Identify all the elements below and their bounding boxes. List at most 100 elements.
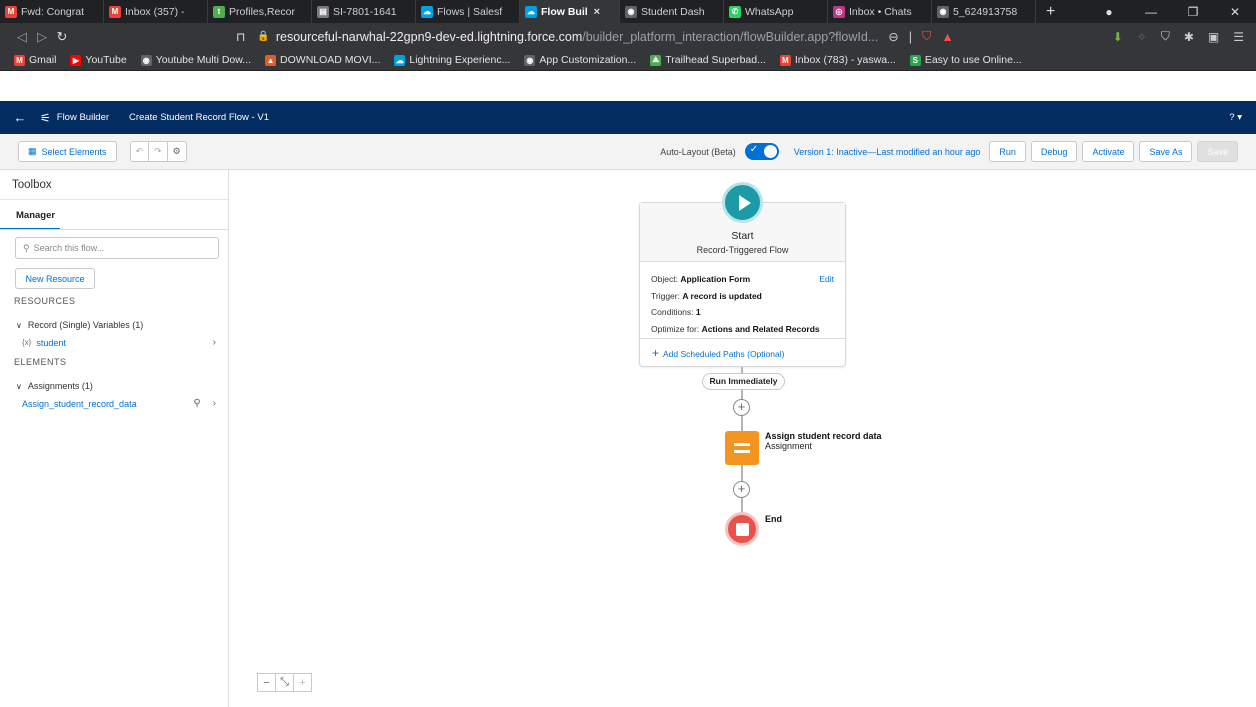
bookmark-item[interactable]: ⛰ Trailhead Superbad... <box>650 54 766 66</box>
browser-tab[interactable]: ✆ WhatsApp <box>724 0 828 23</box>
document-icon: ▤ <box>317 5 329 18</box>
run-button[interactable]: Run <box>989 141 1026 162</box>
start-element-card[interactable]: Start Record-Triggered Flow Edit Object:… <box>639 202 846 367</box>
bookmark-item[interactable]: M Inbox (783) - yaswa... <box>779 54 896 66</box>
toolbox-panel: Toolbox Manager ⚲ Search this flow... Ne… <box>0 170 229 707</box>
edit-link[interactable]: Edit <box>819 271 834 288</box>
bookmark-item[interactable]: S Easy to use Online... <box>909 54 1022 66</box>
bookmark-item[interactable]: ☁ Lightning Experienc... <box>394 54 510 66</box>
tab-manager[interactable]: Manager <box>0 200 60 230</box>
debug-button[interactable]: Debug <box>1030 141 1078 162</box>
search-input[interactable]: ⚲ Search this flow... <box>15 237 219 259</box>
start-play-icon[interactable] <box>722 182 763 223</box>
new-tab-button[interactable]: + <box>1036 3 1065 21</box>
brave-shield-icon[interactable]: ⛉ <box>922 29 931 44</box>
back-arrow-icon[interactable]: ← <box>0 110 40 125</box>
version-status[interactable]: Version 1: Inactive—Last modified an hou… <box>794 147 981 157</box>
bookmark-item[interactable]: ▲ DOWNLOAD MOVI... <box>265 54 380 66</box>
browser-tab[interactable]: ◉ 5_624913758 <box>932 0 1036 23</box>
flow-icon: ⚟ <box>40 110 51 125</box>
elements-heading: ELEMENTS <box>14 357 67 367</box>
fit-view-button[interactable]: ⤡ <box>275 673 294 692</box>
profile-icon[interactable]: ● <box>1088 5 1130 19</box>
browser-tab[interactable]: ◎ Inbox • Chats <box>828 0 932 23</box>
bookmark-label: Easy to use Online... <box>924 54 1022 66</box>
flow-canvas[interactable]: Start Record-Triggered Flow Edit Object:… <box>229 170 1256 707</box>
end-stop-icon[interactable] <box>725 512 759 546</box>
globe-icon: ◉ <box>524 54 536 66</box>
toolbar-right: Auto-Layout (Beta) Version 1: Inactive—L… <box>660 141 1238 162</box>
bookmark-icon[interactable]: ⊓ <box>236 30 245 44</box>
brave-rewards-icon[interactable]: ▲ <box>941 30 953 44</box>
select-elements-button[interactable]: ▦ Select Elements <box>18 141 117 162</box>
add-scheduled-paths-link[interactable]: + Add Scheduled Paths (Optional) <box>640 338 845 366</box>
reload-icon[interactable]: ↻ <box>52 29 72 45</box>
back-arrow-icon[interactable]: ◁ <box>12 29 32 45</box>
browser-tab[interactable]: ◉ Student Dash <box>620 0 724 23</box>
add-element-button[interactable]: + <box>733 481 750 498</box>
lock-icon: 🔒 <box>257 31 270 42</box>
new-resource-button[interactable]: New Resource <box>15 268 95 289</box>
youtube-icon: ▶ <box>70 54 82 66</box>
browser-tab[interactable]: ☁ Flows | Salesf <box>416 0 520 23</box>
record-variables-group[interactable]: ∨ Record (Single) Variables (1) <box>0 320 228 330</box>
zoom-in-button[interactable]: + <box>293 673 312 692</box>
bookmark-item[interactable]: ▶ YouTube <box>70 54 127 66</box>
separator: | <box>908 29 912 44</box>
browser-tab-label: Student Dash <box>641 5 705 18</box>
gmail-icon: M <box>779 54 791 66</box>
assignment-icon[interactable] <box>725 431 759 465</box>
bookmark-item[interactable]: ◉ Youtube Multi Dow... <box>140 54 251 66</box>
settings-button[interactable]: ⚙ <box>166 141 187 162</box>
bookmark-item[interactable]: ◉ App Customization... <box>524 54 636 66</box>
puzzle-icon[interactable]: ✱ <box>1184 30 1194 44</box>
menu-icon[interactable]: ☰ <box>1233 30 1244 44</box>
url-bar[interactable]: 🔒 resourceful-narwhal-22gpn9-dev-ed.ligh… <box>257 26 1047 47</box>
close-icon[interactable]: × <box>594 6 600 18</box>
chevron-right-icon[interactable]: › <box>213 337 216 348</box>
help-menu[interactable]: ? ▾ <box>1229 112 1242 123</box>
wallet-icon[interactable]: ▣ <box>1208 30 1219 44</box>
globe-icon: ◉ <box>937 5 949 18</box>
search-placeholder: Search this flow... <box>33 243 105 253</box>
save-button[interactable]: Save <box>1197 141 1238 162</box>
zoom-out-button[interactable]: − <box>257 673 276 692</box>
conditions-row: Conditions: 1 <box>651 304 834 321</box>
undo-button[interactable]: ↶ <box>129 141 150 162</box>
vpn-shield-icon[interactable]: ⛉ <box>1161 29 1170 44</box>
chevron-down-icon: ∨ <box>16 320 22 330</box>
restore-icon[interactable]: ❐ <box>1172 5 1214 19</box>
extension-icons: ⬇ ✧ ⛉ ✱ ▣ ☰ <box>1113 29 1244 44</box>
element-item-label: Assign_student_record_data <box>22 398 137 409</box>
select-elements-icon: ▦ <box>28 146 37 156</box>
browser-tab[interactable]: ☁ Flow Buil × <box>520 0 620 23</box>
assignments-group[interactable]: ∨ Assignments (1) <box>0 381 228 391</box>
salesforce-cloud-icon: ☁ <box>421 5 433 18</box>
browser-tab[interactable]: M Inbox (357) - <box>104 0 208 23</box>
s-icon: S <box>909 54 921 66</box>
auto-layout-toggle[interactable] <box>744 143 779 160</box>
flow-toolbar: ▦ Select Elements ↶ ↷ ⚙ Auto-Layout (Beta… <box>0 134 1256 170</box>
add-scheduled-label: Add Scheduled Paths (Optional) <box>663 349 785 359</box>
extension-icon[interactable]: ✧ <box>1137 30 1147 44</box>
element-item-assignment[interactable]: Assign_student_record_data ⚲ › <box>0 398 228 409</box>
save-as-button[interactable]: Save As <box>1139 141 1193 162</box>
bookmark-item[interactable]: M Gmail <box>14 54 56 66</box>
forward-arrow-icon[interactable]: ▷ <box>32 29 52 45</box>
resource-item-student[interactable]: {x} student › <box>0 337 228 348</box>
browser-tab[interactable]: t Profiles,Recor <box>208 0 312 23</box>
browser-tab[interactable]: M Fwd: Congrat <box>0 0 104 23</box>
trailhead-icon: ⛰ <box>650 54 662 66</box>
chevron-right-icon[interactable]: › <box>213 398 216 409</box>
search-icon[interactable]: ⚲ <box>193 398 200 409</box>
minimize-icon[interactable]: — <box>1130 5 1172 19</box>
browser-tab-label: Flows | Salesf <box>437 5 503 18</box>
browser-tab[interactable]: ▤ SI-7801-1641 <box>312 0 416 23</box>
activate-button[interactable]: Activate <box>1082 141 1135 162</box>
close-icon[interactable]: ✕ <box>1214 5 1256 19</box>
redo-button[interactable]: ↷ <box>148 141 168 162</box>
download-extension-icon[interactable]: ⬇ <box>1113 30 1123 44</box>
add-element-button[interactable]: + <box>733 399 750 416</box>
zoom-icon[interactable]: ⊖ <box>888 29 898 44</box>
assignment-element-label[interactable]: Assign student record data Assignment <box>765 431 882 451</box>
